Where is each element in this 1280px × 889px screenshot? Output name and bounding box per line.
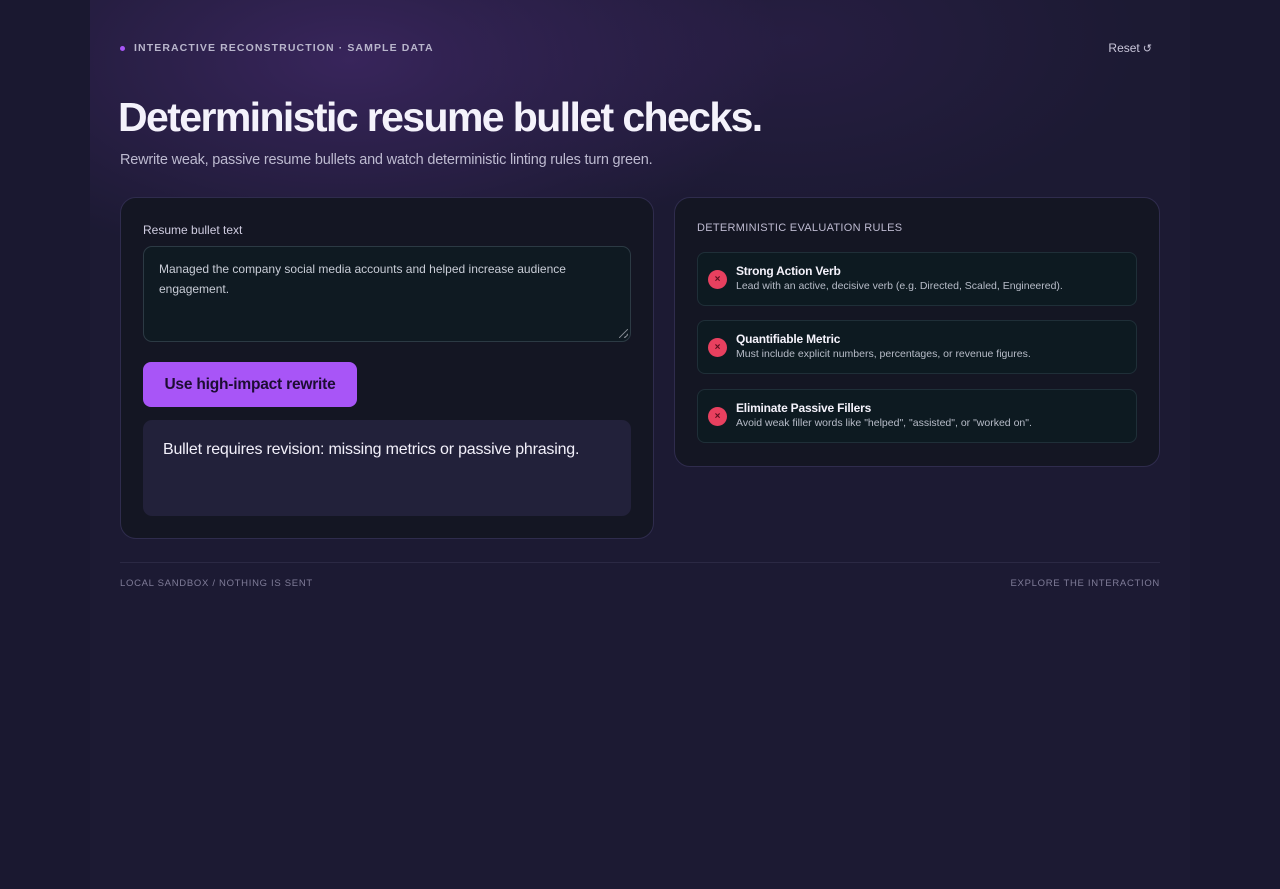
explore-link[interactable]: EXPLORE THE INTERACTION	[1011, 578, 1160, 589]
bullet-text-input[interactable]: Managed the company social media account…	[143, 246, 631, 342]
footer-note: LOCAL SANDBOX / NOTHING IS SENT	[120, 578, 313, 589]
x-circle-icon: ×	[708, 270, 727, 289]
rule-description: Avoid weak filler words like "helped", "…	[736, 417, 1032, 429]
rule-description: Must include explicit numbers, percentag…	[736, 348, 1031, 360]
use-rewrite-button[interactable]: Use high-impact rewrite	[143, 362, 357, 407]
page-subtitle: Rewrite weak, passive resume bullets and…	[120, 152, 653, 168]
page-title: Deterministic resume bullet checks.	[118, 94, 763, 140]
rule-description: Lead with an active, decisive verb (e.g.…	[736, 280, 1063, 292]
rule-strong-action-verb: × Strong Action Verb Lead with an active…	[697, 252, 1137, 306]
footer-divider	[120, 562, 1160, 563]
top-bar: INTERACTIVE RECONSTRUCTION · SAMPLE DATA…	[120, 40, 1160, 56]
bullet-text-label: Resume bullet text	[143, 223, 243, 237]
eyebrow: INTERACTIVE RECONSTRUCTION · SAMPLE DATA	[120, 42, 434, 54]
rule-title: Quantifiable Metric	[736, 332, 841, 346]
rules-heading: DETERMINISTIC EVALUATION RULES	[697, 222, 903, 234]
status-dot-icon	[120, 45, 125, 51]
evaluation-status-text: Bullet requires revision: missing metric…	[163, 441, 580, 458]
editor-panel: Resume bullet text Managed the company s…	[120, 197, 654, 539]
reset-button[interactable]: Reset ↺	[1108, 41, 1152, 55]
reset-label: Reset	[1108, 41, 1140, 55]
x-circle-icon: ×	[708, 407, 727, 426]
rule-title: Eliminate Passive Fillers	[736, 401, 872, 415]
rule-quantifiable-metric: × Quantifiable Metric Must include expli…	[697, 320, 1137, 374]
rules-panel: DETERMINISTIC EVALUATION RULES × Strong …	[674, 197, 1160, 467]
reset-icon: ↺	[1142, 42, 1152, 55]
eyebrow-text: INTERACTIVE RECONSTRUCTION · SAMPLE DATA	[134, 42, 434, 54]
rule-eliminate-passive-fillers: × Eliminate Passive Fillers Avoid weak f…	[697, 389, 1137, 443]
x-circle-icon: ×	[708, 338, 727, 357]
evaluation-status: Bullet requires revision: missing metric…	[143, 420, 631, 516]
resize-handle-icon[interactable]	[619, 329, 628, 338]
rule-title: Strong Action Verb	[736, 264, 841, 278]
